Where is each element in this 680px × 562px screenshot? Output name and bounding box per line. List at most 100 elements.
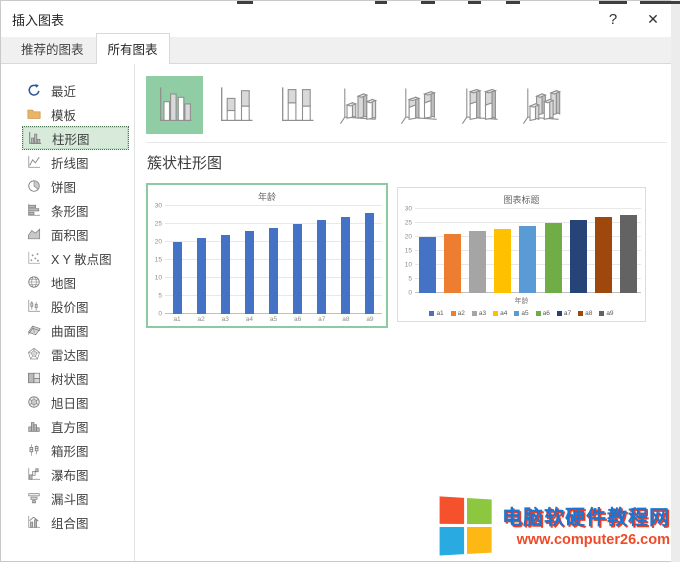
sidebar-item-histogram-chart[interactable]: 直方图 <box>22 414 129 438</box>
subtype-3d-stacked-column[interactable] <box>390 76 447 134</box>
y-tick-label: 5 <box>408 276 412 283</box>
legend-swatch <box>472 311 477 316</box>
dialog-title: 插入图表 <box>12 10 593 29</box>
y-tick-label: 5 <box>158 293 162 300</box>
bar-slot <box>465 209 490 293</box>
sidebar-item-pie-chart[interactable]: 饼图 <box>22 174 129 198</box>
sidebar-item-label: 最近 <box>51 81 76 100</box>
sidebar-item-waterfall-chart[interactable]: 瀑布图 <box>22 462 129 486</box>
sidebar-item-label: 漏斗图 <box>51 489 89 508</box>
sidebar-item-boxwhisker-chart[interactable]: 箱形图 <box>22 438 129 462</box>
legend-swatch <box>557 311 562 316</box>
sidebar-item-column-chart[interactable]: 柱形图 <box>22 126 129 150</box>
sidebar-item-label: 饼图 <box>51 177 76 196</box>
help-button[interactable]: ? <box>593 4 633 34</box>
chart-plot-area: 051015202530 <box>152 206 382 314</box>
subtype-3d-100-stacked-column[interactable] <box>451 76 508 134</box>
tab-all-charts[interactable]: 所有图表 <box>96 33 170 64</box>
sidebar-item-label: 折线图 <box>51 153 89 172</box>
chart: 图表标题051015202530年龄a1a2a3a4a5a6a7a8a9 <box>402 191 641 318</box>
legend-label: a9 <box>606 310 613 317</box>
dialog-titlebar: 插入图表 ? ✕ <box>1 1 679 37</box>
x-tick-label: a6 <box>286 314 310 323</box>
bar <box>419 237 436 293</box>
legend-key: a3 <box>472 310 486 317</box>
close-button[interactable]: ✕ <box>633 4 673 34</box>
bar-slot <box>286 206 310 314</box>
sidebar-item-combo-chart[interactable]: 组合图 <box>22 510 129 534</box>
plot-region <box>415 209 641 293</box>
sidebar-item-label: X Y 散点图 <box>51 249 112 268</box>
tab-recommended-charts[interactable]: 推荐的图表 <box>9 33 96 64</box>
bar <box>444 234 461 293</box>
bar <box>545 223 562 293</box>
background-window-artifact <box>506 1 520 4</box>
y-tick-label: 20 <box>405 234 412 241</box>
subtype-100-stacked-column[interactable] <box>268 76 325 134</box>
bar <box>620 215 637 293</box>
chart-subtype-panel: 簇状柱形图 年龄051015202530a1a2a3a4a5a6a7a8a9 图… <box>135 64 679 561</box>
sidebar-item-bar-chart[interactable]: 条形图 <box>22 198 129 222</box>
subtype-stacked-column[interactable] <box>207 76 264 134</box>
bar-slot <box>490 209 515 293</box>
chart: 年龄051015202530a1a2a3a4a5a6a7a8a9 <box>152 188 382 323</box>
legend-swatch <box>514 311 519 316</box>
chart-previews: 年龄051015202530a1a2a3a4a5a6a7a8a9 图表标题051… <box>146 183 667 328</box>
chart-preview-chart-title[interactable]: 图表标题051015202530年龄a1a2a3a4a5a6a7a8a9 <box>397 187 646 322</box>
bar-slot <box>566 209 591 293</box>
sidebar-item-scatter-chart[interactable]: X Y 散点图 <box>22 246 129 270</box>
background-window-artifact <box>375 1 387 4</box>
legend-swatch <box>451 311 456 316</box>
y-axis: 051015202530 <box>402 209 415 293</box>
sidebar-item-label: 雷达图 <box>51 345 89 364</box>
y-tick-label: 15 <box>405 248 412 255</box>
bar <box>293 224 302 314</box>
sidebar-item-surface-chart[interactable]: 曲面图 <box>22 318 129 342</box>
bar-slot <box>440 209 465 293</box>
legend-key: a4 <box>493 310 507 317</box>
sidebar-item-line-chart[interactable]: 折线图 <box>22 150 129 174</box>
y-tick-label: 0 <box>408 290 412 297</box>
subtype-3d-clustered-column[interactable] <box>329 76 386 134</box>
x-axis-title: 年龄 <box>402 293 641 306</box>
recent-icon <box>26 82 42 98</box>
sidebar-item-treemap-chart[interactable]: 树状图 <box>22 366 129 390</box>
legend-label: a8 <box>585 310 592 317</box>
legend-key: a9 <box>599 310 613 317</box>
chart-preview-age[interactable]: 年龄051015202530a1a2a3a4a5a6a7a8a9 <box>146 183 388 328</box>
sidebar-item-label: 箱形图 <box>51 441 89 460</box>
plot-region <box>165 206 382 314</box>
subtype-divider <box>146 142 667 143</box>
bar-slot <box>165 206 189 314</box>
background-window-artifact <box>421 1 435 4</box>
sidebar-item-label: 旭日图 <box>51 393 89 412</box>
sidebar-item-label: 瀑布图 <box>51 465 89 484</box>
sidebar-item-area-chart[interactable]: 面积图 <box>22 222 129 246</box>
sidebar-item-map-chart[interactable]: 地图 <box>22 270 129 294</box>
sidebar-item-funnel-chart[interactable]: 漏斗图 <box>22 486 129 510</box>
x-tick-label: a4 <box>237 314 261 323</box>
map-chart-icon <box>26 274 42 290</box>
column-chart-icon <box>27 130 43 146</box>
sidebar-item-radar-chart[interactable]: 雷达图 <box>22 342 129 366</box>
x-axis-labels: a1a2a3a4a5a6a7a8a9 <box>165 314 382 323</box>
desktop-edge-strip <box>671 0 680 562</box>
waterfall-chart-icon <box>26 466 42 482</box>
bar-slot <box>189 206 213 314</box>
y-tick-label: 30 <box>155 203 162 210</box>
sidebar-item-stock-chart[interactable]: 股价图 <box>22 294 129 318</box>
combo-chart-icon <box>26 514 42 530</box>
subtype-3d-column[interactable] <box>512 76 569 134</box>
legend-swatch <box>599 311 604 316</box>
legend: a1a2a3a4a5a6a7a8a9 <box>402 306 641 318</box>
watermark-site-name: 电脑软硬件教程网 <box>502 506 670 530</box>
sidebar-item-sunburst-chart[interactable]: 旭日图 <box>22 390 129 414</box>
bar <box>365 213 374 314</box>
subtype-clustered-column[interactable] <box>146 76 203 134</box>
bar-slot <box>213 206 237 314</box>
sidebar-item-recent[interactable]: 最近 <box>22 78 129 102</box>
bar <box>519 226 536 293</box>
legend-key: a6 <box>536 310 550 317</box>
sidebar-item-templates[interactable]: 模板 <box>22 102 129 126</box>
sidebar-item-label: 股价图 <box>51 297 89 316</box>
